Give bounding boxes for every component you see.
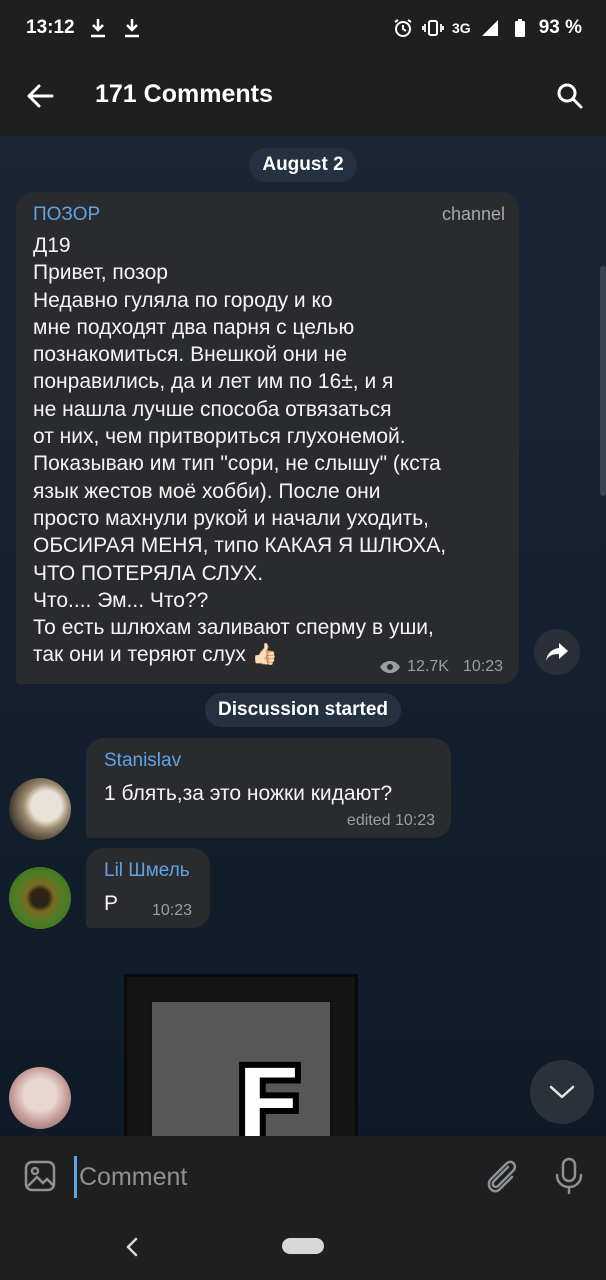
back-button[interactable] xyxy=(22,78,58,114)
search-button[interactable] xyxy=(550,76,590,116)
download-icon xyxy=(121,17,143,39)
post-text: Д19 Привет, позор Недавно гуляла по горо… xyxy=(33,234,447,667)
sticker-key: F xyxy=(149,999,333,1136)
channel-post[interactable]: ПОЗОР channel Д19 Привет, позор Недавно … xyxy=(16,192,519,684)
battery-level: 93 % xyxy=(538,17,582,38)
microphone-icon xyxy=(555,1157,583,1195)
message-sender[interactable]: Lil Шмель xyxy=(104,860,190,882)
avatar[interactable] xyxy=(9,778,71,840)
network-type: 3G xyxy=(452,20,471,36)
share-arrow-icon xyxy=(546,643,568,661)
signal-icon xyxy=(479,17,501,39)
message-time: 10:23 xyxy=(151,902,192,919)
eye-icon xyxy=(380,661,401,673)
sticker-letter: F xyxy=(229,1043,310,1136)
page-title: 171 Comments xyxy=(95,80,273,108)
message-bubble[interactable]: Lil Шмель P 10:23 xyxy=(86,848,210,928)
discussion-started-label: Discussion started xyxy=(205,693,401,727)
sticker[interactable]: F xyxy=(124,974,358,1136)
post-views: 12.7K xyxy=(407,658,449,675)
avatar[interactable] xyxy=(9,867,71,929)
post-meta: 12.7K 10:23 xyxy=(379,658,503,676)
message-time: edited 10:23 xyxy=(346,812,435,829)
avatar[interactable] xyxy=(9,1067,71,1129)
post-channel-tag: channel xyxy=(441,204,505,224)
voice-button[interactable] xyxy=(548,1154,590,1198)
vibrate-icon xyxy=(422,17,444,39)
system-nav-bar xyxy=(0,1218,606,1280)
back-arrow-icon xyxy=(27,84,54,108)
scrollbar[interactable] xyxy=(600,266,606,496)
download-icon xyxy=(87,17,109,39)
message-text: P xyxy=(104,892,119,915)
image-icon xyxy=(24,1160,56,1192)
date-separator: August 2 xyxy=(249,148,357,182)
search-icon xyxy=(557,83,583,109)
post-time: 10:23 xyxy=(462,658,503,675)
comment-bar xyxy=(0,1136,606,1218)
status-bar: 13:12 3G 93 % xyxy=(0,0,606,56)
message-text: 1 блять,за это ножки кидают? xyxy=(104,782,393,805)
scroll-down-button[interactable] xyxy=(530,1060,594,1124)
post-author[interactable]: ПОЗОР xyxy=(33,204,100,226)
nav-home-pill[interactable] xyxy=(282,1238,324,1254)
battery-icon xyxy=(509,17,531,39)
comment-input[interactable] xyxy=(74,1156,464,1198)
chevron-down-icon xyxy=(549,1085,575,1099)
nav-back-button[interactable] xyxy=(120,1232,144,1262)
message-sender[interactable]: Stanislav xyxy=(104,750,181,772)
alarm-icon xyxy=(392,17,414,39)
status-time: 13:12 xyxy=(26,17,75,38)
message-bubble[interactable]: Stanislav 1 блять,за это ножки кидают? e… xyxy=(86,738,451,838)
share-button[interactable] xyxy=(534,629,580,675)
attach-button[interactable] xyxy=(480,1154,522,1198)
chevron-left-icon xyxy=(126,1237,138,1257)
paperclip-icon xyxy=(487,1160,517,1193)
photo-button[interactable] xyxy=(20,1156,60,1196)
chat-area[interactable]: August 2 ПОЗОР channel Д19 Привет, позор… xyxy=(0,136,606,1136)
app-bar: 171 Comments xyxy=(0,56,606,136)
